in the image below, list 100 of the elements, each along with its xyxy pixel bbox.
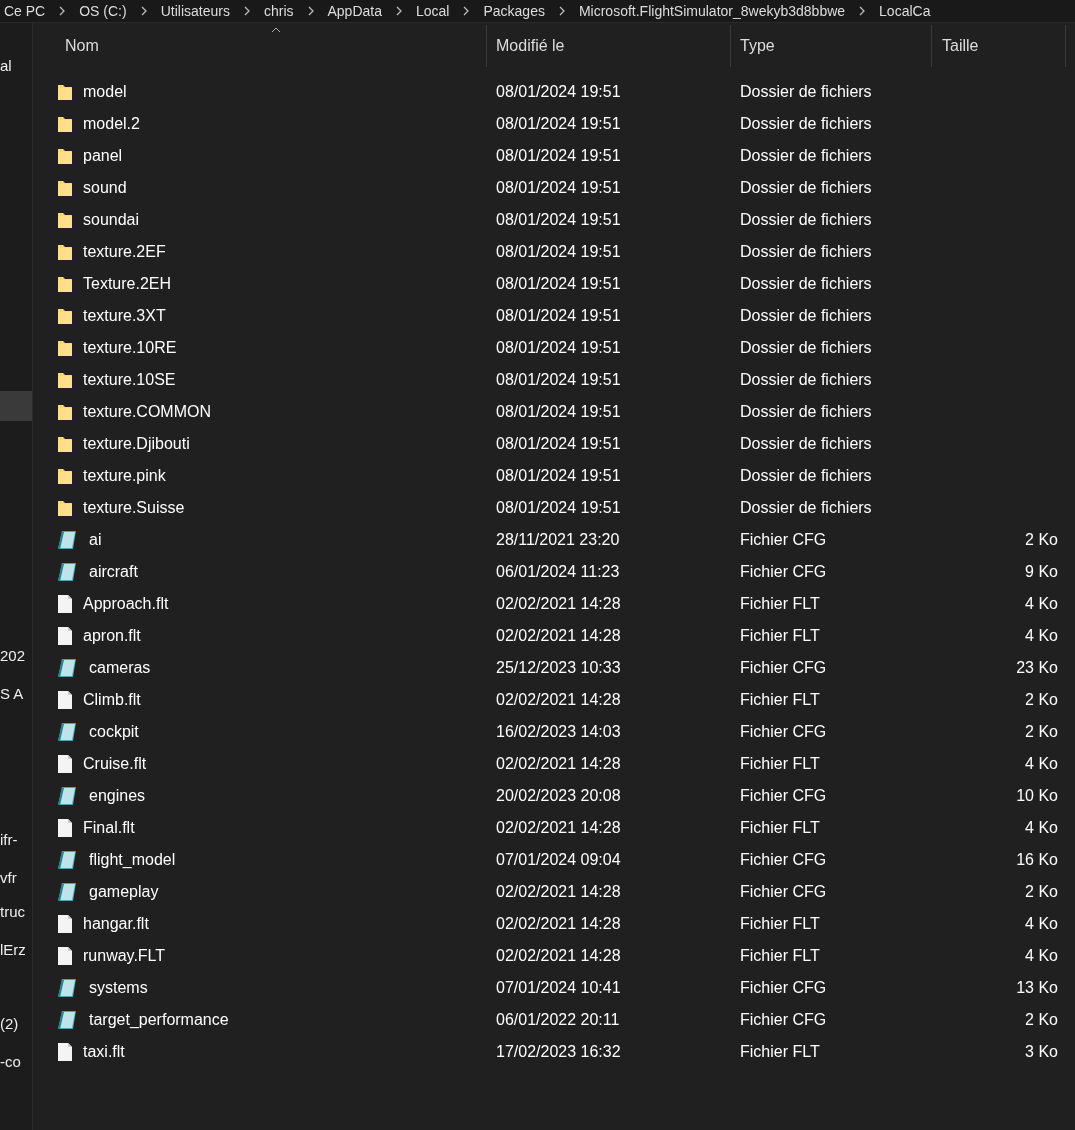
modified-date: 08/01/2024 19:51: [496, 435, 621, 452]
file-icon: [57, 626, 73, 646]
sort-caret-icon: [270, 27, 281, 33]
breadcrumb-item[interactable]: Utilisateurs: [160, 3, 230, 19]
file-type: Dossier de fichiers: [740, 243, 872, 260]
modified-date: 02/02/2021 14:28: [496, 595, 621, 612]
column-header[interactable]: Modifié le: [487, 25, 731, 67]
file-name[interactable]: texture.10RE: [83, 339, 177, 357]
sidebar-item[interactable]: 202: [0, 641, 32, 671]
file-name[interactable]: texture.10SE: [83, 371, 176, 389]
breadcrumb-item[interactable]: OS (C:): [79, 3, 127, 19]
folder-icon: [57, 403, 73, 421]
file-name[interactable]: texture.3XT: [83, 307, 166, 325]
breadcrumb-item[interactable]: Local: [416, 3, 450, 19]
file-size: 16 Ko: [1016, 851, 1058, 868]
modified-date: 20/02/2023 20:08: [496, 787, 621, 804]
file-name[interactable]: aircraft: [89, 563, 138, 581]
settings-file-icon: [57, 530, 79, 550]
file-name[interactable]: systems: [89, 979, 148, 997]
file-name[interactable]: ai: [89, 531, 102, 549]
file-name[interactable]: texture.COMMON: [83, 403, 211, 421]
chevron-icon: [558, 6, 565, 16]
file-size: 4 Ko: [1025, 819, 1058, 836]
file-name[interactable]: panel: [83, 147, 123, 165]
file-name[interactable]: runway.FLT: [83, 947, 166, 965]
file-name[interactable]: Cruise.flt: [83, 755, 147, 773]
breadcrumb-item[interactable]: Microsoft.FlightSimulator_8wekyb3d8bbwe: [578, 3, 846, 19]
settings-file-icon: [57, 850, 79, 870]
file-icon: [57, 690, 73, 710]
file-name[interactable]: target_performance: [89, 1011, 229, 1029]
file-size: 23 Ko: [1016, 659, 1058, 676]
folder-icon: [57, 179, 73, 197]
file-name[interactable]: taxi.flt: [83, 1043, 125, 1061]
modified-date: 02/02/2021 14:28: [496, 819, 621, 836]
file-name[interactable]: sound: [83, 179, 127, 197]
folder-icon: [57, 275, 73, 293]
file-size: 10 Ko: [1016, 787, 1058, 804]
settings-file-icon: [57, 562, 79, 582]
folder-icon: [57, 307, 73, 325]
file-type: Dossier de fichiers: [740, 403, 872, 420]
file-name[interactable]: Final.flt: [83, 819, 135, 837]
file-name[interactable]: model: [83, 83, 127, 101]
file-name[interactable]: texture.2EF: [83, 243, 166, 261]
folder-icon: [57, 147, 73, 165]
file-type: Dossier de fichiers: [740, 307, 872, 324]
file-name[interactable]: Texture.2EH: [83, 275, 172, 293]
file-name[interactable]: texture.pink: [83, 467, 166, 485]
modified-date: 16/02/2023 14:03: [496, 723, 621, 740]
file-size: 4 Ko: [1025, 627, 1058, 644]
file-name[interactable]: cameras: [89, 659, 151, 677]
sidebar-item[interactable]: ifr-: [0, 825, 32, 855]
sidebar-item[interactable]: vfr: [0, 863, 32, 893]
breadcrumb-item[interactable]: chris: [263, 3, 294, 19]
folder-icon: [57, 435, 73, 453]
sidebar-item[interactable]: (2): [0, 1009, 32, 1039]
sidebar-item[interactable]: -co: [0, 1047, 32, 1077]
file-name[interactable]: texture.Suisse: [83, 499, 185, 517]
modified-date: 08/01/2024 19:51: [496, 467, 621, 484]
file-type: Fichier CFG: [740, 883, 827, 900]
modified-date: 08/01/2024 19:51: [496, 371, 621, 388]
modified-date: 07/01/2024 09:04: [496, 851, 621, 868]
folder-icon: [57, 499, 73, 517]
column-header[interactable]: Taille: [932, 25, 1066, 67]
file-type: Fichier FLT: [740, 1043, 820, 1060]
file-name[interactable]: texture.Djibouti: [83, 435, 190, 453]
breadcrumb-item[interactable]: LocalCa: [879, 3, 931, 19]
sidebar-item[interactable]: lErz: [0, 935, 32, 965]
column-header[interactable]: Nom: [55, 25, 487, 67]
column-header[interactable]: Type: [731, 25, 932, 67]
file-type: Dossier de fichiers: [740, 83, 872, 100]
file-name[interactable]: apron.flt: [83, 627, 141, 645]
folder-icon: [57, 339, 73, 357]
breadcrumb-item[interactable]: Packages: [483, 3, 545, 19]
file-type: Dossier de fichiers: [740, 179, 872, 196]
modified-date: 28/11/2021 23:20: [496, 531, 620, 548]
breadcrumb-item[interactable]: Ce PC: [4, 3, 46, 19]
sidebar-item[interactable]: S A: [0, 679, 32, 709]
file-name[interactable]: soundai: [83, 211, 140, 229]
chevron-icon: [463, 6, 470, 16]
settings-file-icon: [57, 786, 79, 806]
modified-date: 02/02/2021 14:28: [496, 883, 621, 900]
sidebar-item[interactable]: truc: [0, 897, 32, 927]
file-name[interactable]: Climb.flt: [83, 691, 141, 709]
modified-date: 02/02/2021 14:28: [496, 691, 621, 708]
modified-date: 02/02/2021 14:28: [496, 627, 621, 644]
file-name[interactable]: flight_model: [89, 851, 176, 869]
file-name[interactable]: engines: [89, 787, 146, 805]
file-name[interactable]: cockpit: [89, 723, 139, 741]
file-type: Fichier CFG: [740, 851, 827, 868]
file-name[interactable]: model.2: [83, 115, 140, 133]
file-name[interactable]: gameplay: [89, 883, 159, 901]
settings-file-icon: [57, 658, 79, 678]
file-name[interactable]: hangar.flt: [83, 915, 149, 933]
sidebar-item[interactable]: [0, 391, 32, 421]
breadcrumb-item[interactable]: AppData: [327, 3, 382, 19]
sidebar-item[interactable]: al: [0, 51, 32, 81]
file-name[interactable]: Approach.flt: [83, 595, 169, 613]
file-size: 9 Ko: [1025, 563, 1058, 580]
file-icon: [57, 754, 73, 774]
folder-icon: [57, 83, 73, 101]
